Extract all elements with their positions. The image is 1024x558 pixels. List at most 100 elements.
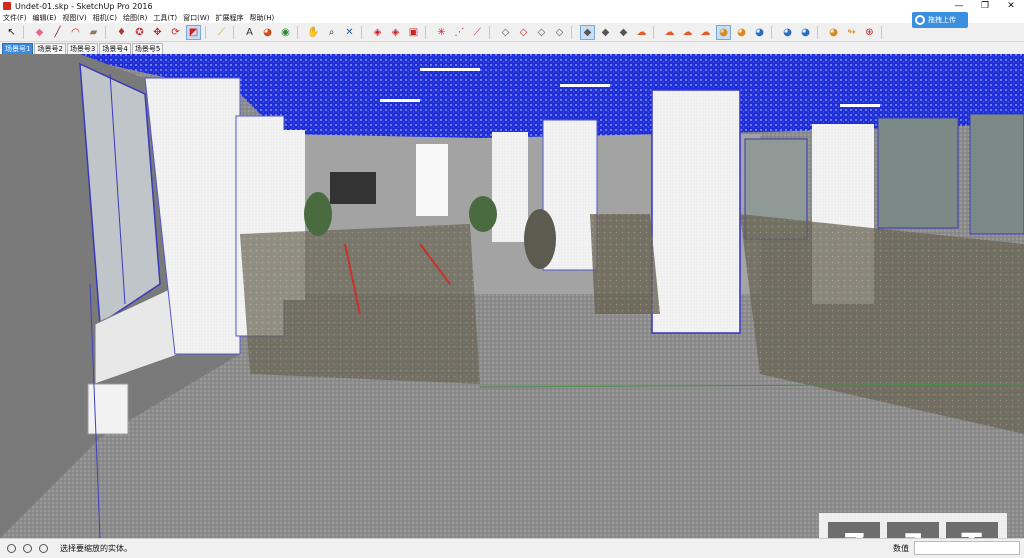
- menu-draw[interactable]: 绘图(R): [123, 13, 147, 23]
- geo-location-icon[interactable]: [7, 544, 16, 553]
- pillar-right-near: [651, 89, 741, 334]
- scale-tool-icon[interactable]: ◩: [186, 25, 201, 40]
- add-location-icon[interactable]: ⊕: [862, 25, 877, 40]
- menu-camera[interactable]: 相机(C): [93, 13, 117, 23]
- extension-warehouse-tool-icon[interactable]: ▣: [406, 25, 421, 40]
- eraser-tool-icon[interactable]: ◆: [32, 25, 47, 40]
- rotate-tool-icon[interactable]: ⟳: [168, 25, 183, 40]
- person-point-cloud: [524, 209, 556, 269]
- pan-tool-icon[interactable]: ✋: [306, 25, 321, 40]
- sandbox-drape-icon[interactable]: ◕: [798, 25, 813, 40]
- toolbar-separator: [571, 26, 572, 39]
- style-back-edges-icon[interactable]: ◆: [616, 25, 631, 40]
- sandbox-from-contours-icon[interactable]: ◕: [716, 25, 731, 40]
- sandbox-from-scratch-icon[interactable]: ◕: [734, 25, 749, 40]
- watermark-logo: Z ∃ T: [819, 513, 1007, 538]
- toolbar-separator: [233, 26, 234, 39]
- style-wireframe-icon[interactable]: ◇: [516, 25, 531, 40]
- style-textured-icon[interactable]: ◆: [580, 25, 595, 40]
- sandbox-smoove-icon[interactable]: ◕: [752, 25, 767, 40]
- model-viewport[interactable]: Z ∃ T: [0, 54, 1024, 538]
- measurements-input[interactable]: [914, 541, 1020, 555]
- menu-bar: 文件(F) 编辑(E) 视图(V) 相机(C) 绘图(R) 工具(T) 窗口(W…: [0, 12, 1024, 23]
- toolbar-separator: [881, 26, 882, 39]
- left-desk-cluster: [240, 224, 480, 384]
- watermark-letter: Z: [828, 522, 881, 538]
- axes-tool-icon[interactable]: ✳: [434, 25, 449, 40]
- ceiling-light: [840, 104, 880, 107]
- dimension-tool-icon[interactable]: ⋰: [452, 25, 467, 40]
- cloud-sync-icon[interactable]: ☁: [634, 25, 649, 40]
- cloud-settings-icon[interactable]: ☁: [698, 25, 713, 40]
- potted-plant: [469, 196, 497, 232]
- back-wall-panel: [416, 144, 448, 216]
- potted-plant: [304, 192, 332, 236]
- push-pull-tool-icon[interactable]: ♦: [114, 25, 129, 40]
- toolbar-separator: [297, 26, 298, 39]
- shapes-tool-icon[interactable]: ▰: [86, 25, 101, 40]
- upload-button[interactable]: 拖拽上传: [912, 12, 968, 28]
- arc-tool-icon[interactable]: ◠: [68, 25, 83, 40]
- style-shaded-icon[interactable]: ◇: [552, 25, 567, 40]
- cloud-upload-icon[interactable]: ☁: [662, 25, 677, 40]
- scene-tab-1[interactable]: 场景号1: [2, 43, 34, 54]
- menu-view[interactable]: 视图(V): [62, 13, 86, 23]
- cloud-download-icon[interactable]: ☁: [680, 25, 695, 40]
- sandbox-add-detail-icon[interactable]: ◕: [826, 25, 841, 40]
- menu-edit[interactable]: 编辑(E): [33, 13, 57, 23]
- scene-tabs: 场景号1 场景号2 场景号3 场景号4 场景号5: [0, 42, 1024, 54]
- scene-tab-4[interactable]: 场景号4: [99, 43, 131, 54]
- help-icon[interactable]: [39, 544, 48, 553]
- scene-tab-2[interactable]: 场景号2: [34, 43, 66, 54]
- sandbox-stamp-icon[interactable]: ◕: [780, 25, 795, 40]
- menu-window[interactable]: 窗口(W): [183, 13, 209, 23]
- toolbar-separator: [425, 26, 426, 39]
- toolbar-separator: [361, 26, 362, 39]
- watermark-letter: T: [945, 522, 998, 538]
- style-monochrome-icon[interactable]: ◆: [598, 25, 613, 40]
- menu-extensions[interactable]: 扩展程序: [215, 13, 243, 23]
- scene-tab-3[interactable]: 场景号3: [66, 43, 99, 54]
- style-hidden-line-icon[interactable]: ◇: [534, 25, 549, 40]
- close-icon[interactable]: ✕: [998, 0, 1024, 12]
- warehouse-tool-icon[interactable]: ◈: [370, 25, 385, 40]
- ceiling-light: [380, 99, 420, 102]
- tape-measure-tool-icon[interactable]: ⟋: [214, 25, 229, 40]
- minimize-icon[interactable]: —: [946, 0, 972, 12]
- zoom-extents-tool-icon[interactable]: ✕: [342, 25, 357, 40]
- line-tool-icon[interactable]: ╱: [50, 25, 65, 40]
- select-tool-icon[interactable]: ↖: [4, 25, 19, 40]
- toolbar-separator: [817, 26, 818, 39]
- style-xray-icon[interactable]: ◇: [498, 25, 513, 40]
- share-model-tool-icon[interactable]: ◈: [388, 25, 403, 40]
- ceiling-light: [560, 84, 610, 87]
- section-plane-tool-icon[interactable]: ⟋: [470, 25, 485, 40]
- watermark-letter: ∃: [886, 522, 939, 538]
- flip-edge-icon[interactable]: ↬: [844, 25, 859, 40]
- title-bar: Undet-01.skp - SketchUp Pro 2016 — ❐ ✕: [0, 0, 1024, 12]
- window-controls: — ❐ ✕: [946, 0, 1024, 12]
- scene-tab-5[interactable]: 场景号5: [131, 43, 164, 54]
- upload-cloud-icon: [915, 15, 925, 25]
- maximize-icon[interactable]: ❐: [972, 0, 998, 12]
- back-tv-screen: [330, 172, 376, 204]
- menu-file[interactable]: 文件(F): [3, 13, 27, 23]
- pillar-center-far: [492, 132, 528, 242]
- right-window: [877, 117, 959, 229]
- toolbar-separator: [105, 26, 106, 39]
- menu-help[interactable]: 帮助(H): [249, 13, 274, 23]
- main-toolbar: ↖ ◆ ╱ ◠ ▰ ♦ ✪ ✥ ⟳ ◩ ⟋ A ◕ ◉ ✋ ⌕ ✕ ◈ ◈ ▣ ✳ ⋰ ⟋ ◇ ◇ ◇ ◇ ◆ ◆ ◆ ☁ ☁ ☁ ☁ ◕ ◕ ◕ ◕ ◕ ◕…: [0, 23, 1024, 42]
- right-window-far: [969, 113, 1024, 235]
- status-bar: 选择要缩放的实体。 数值: [0, 538, 1024, 558]
- toolbar-separator: [23, 26, 24, 39]
- orbit-tool-icon[interactable]: ◉: [278, 25, 293, 40]
- toolbar-separator: [205, 26, 206, 39]
- credits-icon[interactable]: [23, 544, 32, 553]
- text-tool-icon[interactable]: A: [242, 25, 257, 40]
- ceiling-light: [420, 68, 480, 71]
- move-tool-icon[interactable]: ✥: [150, 25, 165, 40]
- menu-tools[interactable]: 工具(T): [153, 13, 177, 23]
- zoom-tool-icon[interactable]: ⌕: [324, 25, 339, 40]
- follow-me-tool-icon[interactable]: ✪: [132, 25, 147, 40]
- paint-bucket-tool-icon[interactable]: ◕: [260, 25, 275, 40]
